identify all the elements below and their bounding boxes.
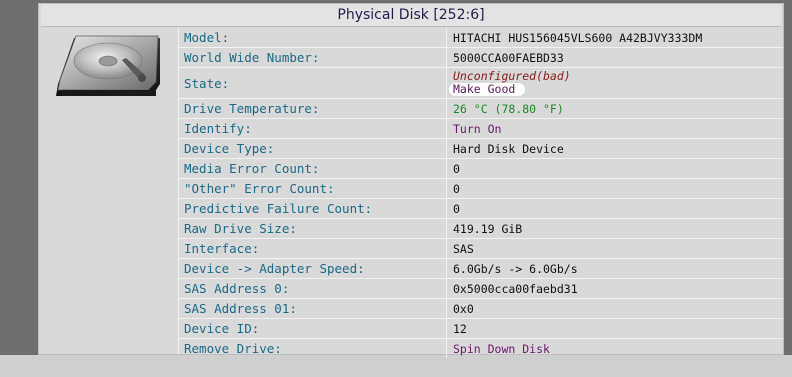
row-interface: Interface: SAS: [179, 239, 783, 259]
other-error-count-label: "Other" Error Count:: [179, 179, 447, 198]
sas-address-0-value: 0x5000cca00faebd31: [453, 281, 578, 296]
raw-drive-size-value: 419.19 GiB: [453, 221, 523, 236]
device-adapter-speed-value: 6.0Gb/s -> 6.0Gb/s: [453, 261, 578, 276]
page-footer-strip: [0, 355, 792, 377]
state-label: State:: [179, 68, 447, 98]
row-world-wide-number: World Wide Number: 5000CCA00FAEBD33: [179, 48, 783, 68]
row-device-adapter-speed: Device -> Adapter Speed: 6.0Gb/s -> 6.0G…: [179, 259, 783, 279]
row-drive-temperature: Drive Temperature: 26 °C (78.80 °F): [179, 99, 783, 119]
world-wide-number-label: World Wide Number:: [179, 48, 447, 67]
sas-address-0-label: SAS Address 0:: [179, 279, 447, 298]
predictive-failure-count-label: Predictive Failure Count:: [179, 199, 447, 218]
physical-disk-panel: Physical Disk [252:6] Model: HITACHI HUS…: [38, 3, 784, 358]
row-raw-drive-size: Raw Drive Size: 419.19 GiB: [179, 219, 783, 239]
state-value-cell: Unconfigured(bad) Make Good: [447, 68, 783, 98]
turn-on-link[interactable]: Turn On: [447, 119, 783, 138]
row-state: State: Unconfigured(bad) Make Good: [179, 68, 783, 99]
raw-drive-size-label: Raw Drive Size:: [179, 219, 447, 238]
make-good-link[interactable]: Make Good: [449, 83, 526, 96]
media-error-count-label: Media Error Count:: [179, 159, 447, 178]
interface-value: SAS: [453, 241, 474, 256]
interface-label: Interface:: [179, 239, 447, 258]
identify-label: Identify:: [179, 119, 447, 138]
drive-temperature-value: 26 °C (78.80 °F): [453, 101, 564, 116]
row-sas-address-01: SAS Address 01: 0x0: [179, 299, 783, 319]
device-id-value: 12: [453, 321, 467, 336]
row-identify: Identify: Turn On: [179, 119, 783, 139]
device-adapter-speed-label: Device -> Adapter Speed:: [179, 259, 447, 278]
remove-drive-label: Remove Drive:: [179, 339, 447, 358]
row-device-id: Device ID: 12: [179, 319, 783, 339]
model-value: HITACHI HUS156045VLS600 A42BJVY333DM: [453, 30, 703, 45]
sas-address-01-value: 0x0: [453, 301, 474, 316]
disk-properties-rows: Model: HITACHI HUS156045VLS600 A42BJVY33…: [179, 28, 783, 358]
model-label: Model:: [179, 28, 447, 47]
world-wide-number-value: 5000CCA00FAEBD33: [453, 50, 564, 65]
disk-icon-cell: [40, 28, 179, 354]
row-device-type: Device Type: Hard Disk Device: [179, 139, 783, 159]
predictive-failure-count-value: 0: [453, 201, 460, 216]
row-model: Model: HITACHI HUS156045VLS600 A42BJVY33…: [179, 28, 783, 48]
device-id-label: Device ID:: [179, 319, 447, 338]
row-sas-address-0: SAS Address 0: 0x5000cca00faebd31: [179, 279, 783, 299]
device-type-value: Hard Disk Device: [453, 141, 564, 156]
spin-down-disk-link[interactable]: Spin Down Disk: [447, 339, 783, 358]
other-error-count-value: 0: [453, 181, 460, 196]
row-media-error-count: Media Error Count: 0: [179, 159, 783, 179]
drive-temperature-label: Drive Temperature:: [179, 99, 447, 118]
media-error-count-value: 0: [453, 161, 460, 176]
row-other-error-count: "Other" Error Count: 0: [179, 179, 783, 199]
row-remove-drive: Remove Drive: Spin Down Disk: [179, 339, 783, 358]
hard-disk-drive-icon: [56, 35, 160, 96]
row-predictive-failure-count: Predictive Failure Count: 0: [179, 199, 783, 219]
sas-address-01-label: SAS Address 01:: [179, 299, 447, 318]
panel-title: Physical Disk [252:6]: [41, 4, 781, 27]
device-type-label: Device Type:: [179, 139, 447, 158]
